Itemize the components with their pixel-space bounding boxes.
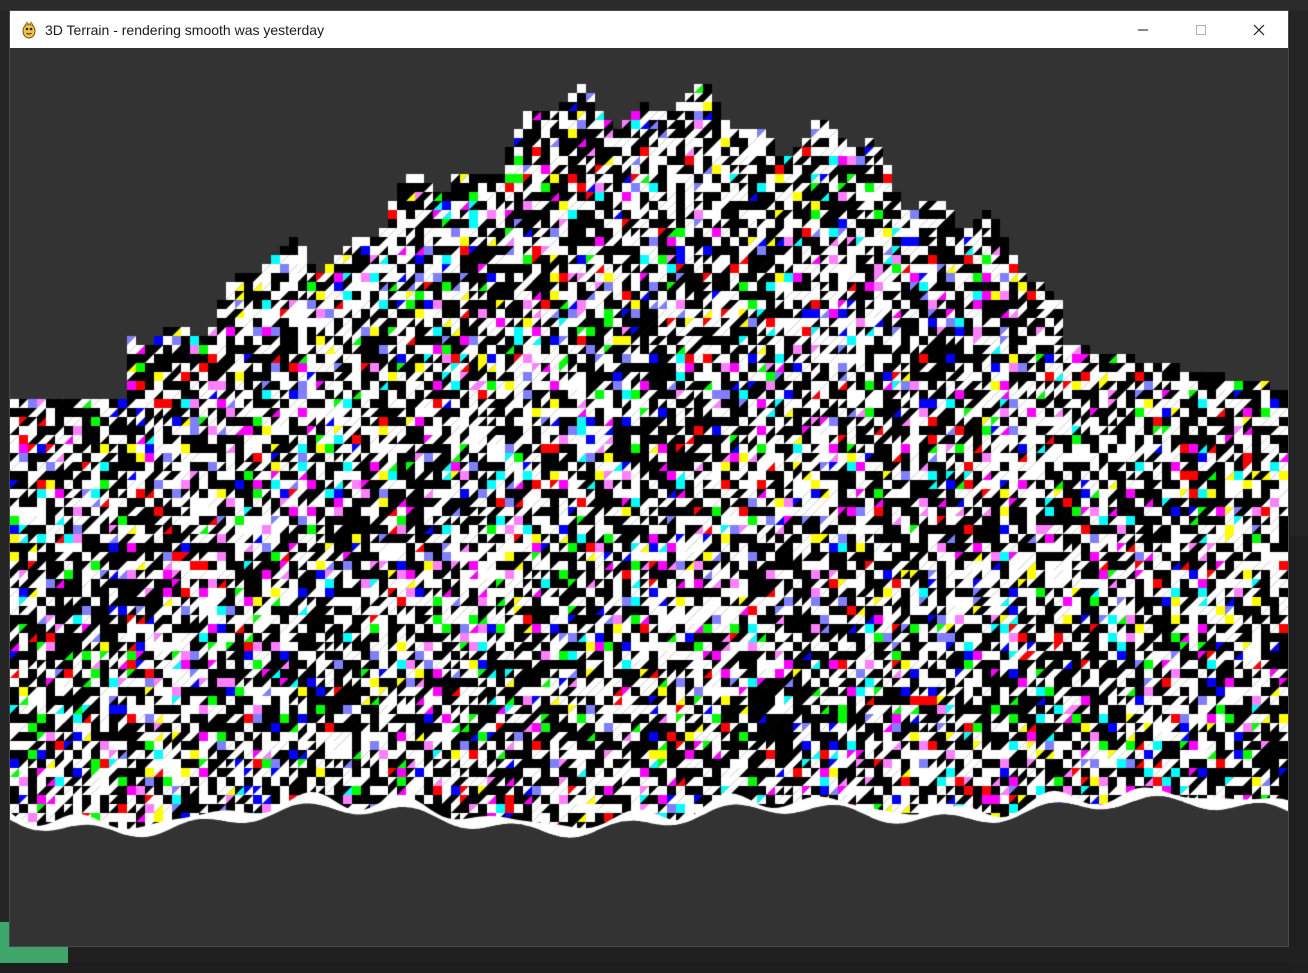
maximize-icon [1196, 24, 1206, 35]
window-title: 3D Terrain - rendering smooth was yester… [45, 21, 325, 38]
minimize-button[interactable] [1114, 11, 1172, 48]
terrain-canvas[interactable] [10, 48, 1288, 946]
desktop-bottom-strip [0, 947, 1308, 963]
pygame-snake-icon [22, 20, 36, 38]
title-bar[interactable]: 3D Terrain - rendering smooth was yester… [10, 11, 1288, 48]
desktop-top-strip [0, 0, 1308, 10]
maximize-button[interactable] [1172, 11, 1230, 48]
desktop-right-panel [1290, 10, 1308, 973]
close-button[interactable] [1230, 11, 1288, 48]
desktop-left-panel [0, 10, 9, 963]
window-controls [1114, 11, 1288, 48]
minimize-icon [1138, 29, 1148, 30]
desktop-right-subpanel [1290, 536, 1308, 973]
app-window: 3D Terrain - rendering smooth was yester… [9, 10, 1289, 947]
render-viewport[interactable] [10, 48, 1288, 946]
close-icon [1253, 24, 1265, 35]
